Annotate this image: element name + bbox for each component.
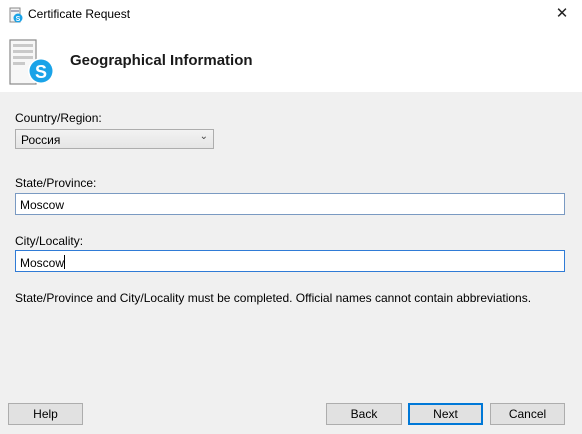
certificate-request-window: S Certificate Request ✕ S Geographical I… — [0, 0, 582, 434]
help-button[interactable]: Help — [8, 403, 83, 425]
city-value-wrap: Moscow — [20, 255, 66, 270]
city-value: Moscow — [20, 256, 65, 270]
title-bar: S Certificate Request ✕ — [0, 0, 582, 30]
state-input[interactable]: Moscow — [15, 193, 565, 215]
text-caret — [64, 255, 66, 269]
hint-text: State/Province and City/Locality must be… — [15, 291, 532, 305]
skype-certificate-icon: S — [9, 39, 54, 85]
wizard-header: S Geographical Information — [0, 30, 582, 92]
country-label: Country/Region: — [15, 111, 102, 125]
window-title: Certificate Request — [28, 7, 131, 21]
country-value: Россия — [21, 133, 61, 147]
next-button[interactable]: Next — [408, 403, 483, 425]
city-input[interactable]: Moscow — [15, 250, 565, 272]
state-value: Moscow — [20, 198, 65, 212]
skype-badge-letter: S — [35, 62, 47, 82]
cancel-button[interactable]: Cancel — [490, 403, 565, 425]
chevron-down-icon: ⌄ — [199, 131, 208, 142]
app-icon: S — [9, 7, 23, 23]
back-button[interactable]: Back — [326, 403, 402, 425]
state-label: State/Province: — [15, 176, 97, 190]
page-title: Geographical Information — [70, 52, 253, 69]
svg-text:S: S — [16, 16, 21, 23]
country-select[interactable]: Россия ⌄ — [15, 129, 214, 149]
close-icon[interactable]: ✕ — [552, 4, 572, 24]
city-label: City/Locality: — [15, 234, 84, 248]
